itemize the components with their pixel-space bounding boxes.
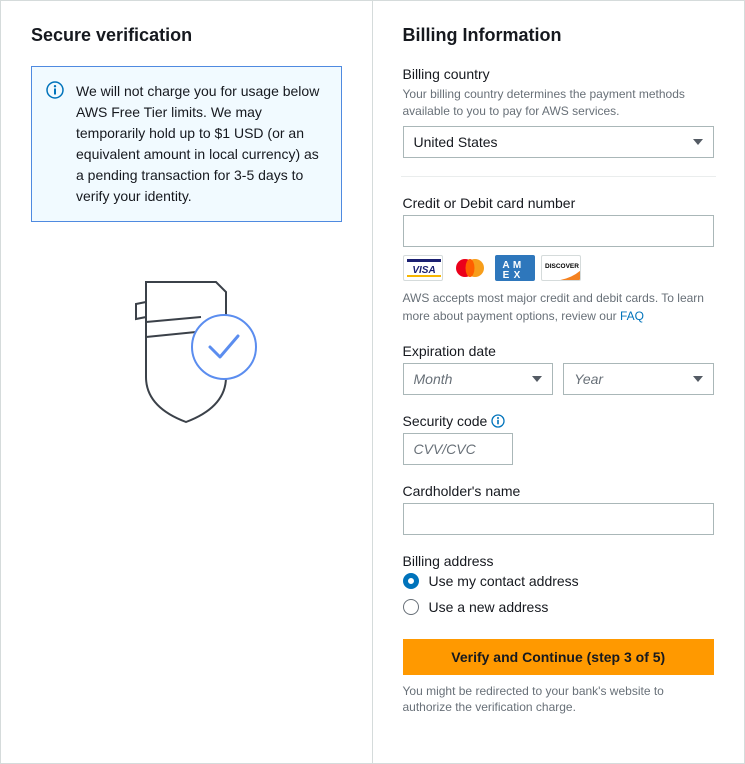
billing-country-value: United States (414, 134, 498, 150)
expiration-year-placeholder: Year (574, 371, 603, 387)
radio-label-new: Use a new address (429, 599, 549, 615)
chevron-down-icon (693, 139, 703, 145)
radio-label-contact: Use my contact address (429, 573, 579, 589)
left-title: Secure verification (31, 25, 342, 46)
card-note: AWS accepts most major credit and debit … (403, 289, 715, 325)
svg-text:VISA: VISA (412, 265, 435, 276)
billing-information-panel: Billing Information Billing country Your… (373, 1, 745, 763)
cardholder-name-input[interactable] (403, 503, 715, 535)
svg-text:DISCOVER: DISCOVER (545, 263, 579, 270)
expiration-month-placeholder: Month (414, 371, 453, 387)
accepted-cards-row: VISA AMEX DISCOVER (403, 255, 715, 281)
submit-note: You might be redirected to your bank's w… (403, 683, 715, 717)
faq-link[interactable]: FAQ (620, 309, 644, 323)
billing-address-label: Billing address (403, 553, 715, 569)
billing-country-label: Billing country (403, 66, 715, 82)
card-number-input[interactable] (403, 215, 715, 247)
radio-use-new-address[interactable]: Use a new address (403, 599, 715, 615)
radio-use-contact-address[interactable]: Use my contact address (403, 573, 715, 589)
discover-icon: DISCOVER (541, 255, 581, 281)
info-icon (46, 81, 64, 99)
security-code-label: Security code (403, 413, 715, 429)
card-number-label: Credit or Debit card number (403, 195, 715, 211)
info-text: We will not charge you for usage below A… (76, 83, 319, 204)
cardholder-name-label: Cardholder's name (403, 483, 715, 499)
svg-text:X: X (513, 270, 520, 281)
expiration-month-select[interactable]: Month (403, 363, 554, 395)
right-title: Billing Information (403, 25, 715, 46)
mastercard-icon (449, 255, 489, 281)
shield-illustration (31, 262, 342, 432)
visa-icon: VISA (403, 255, 443, 281)
radio-icon (403, 573, 419, 589)
secure-verification-panel: Secure verification We will not charge y… (1, 1, 373, 763)
chevron-down-icon (693, 376, 703, 382)
security-code-input[interactable] (403, 433, 513, 465)
amex-icon: AMEX (495, 255, 535, 281)
billing-country-select[interactable]: United States (403, 126, 715, 158)
expiration-year-select[interactable]: Year (563, 363, 714, 395)
radio-icon (403, 599, 419, 615)
svg-text:E: E (502, 270, 509, 281)
info-icon[interactable] (491, 414, 505, 428)
billing-country-help: Your billing country determines the paym… (403, 86, 715, 120)
expiration-label: Expiration date (403, 343, 715, 359)
section-divider (401, 176, 717, 177)
chevron-down-icon (532, 376, 542, 382)
verify-continue-button[interactable]: Verify and Continue (step 3 of 5) (403, 639, 715, 675)
free-tier-info-box: We will not charge you for usage below A… (31, 66, 342, 222)
